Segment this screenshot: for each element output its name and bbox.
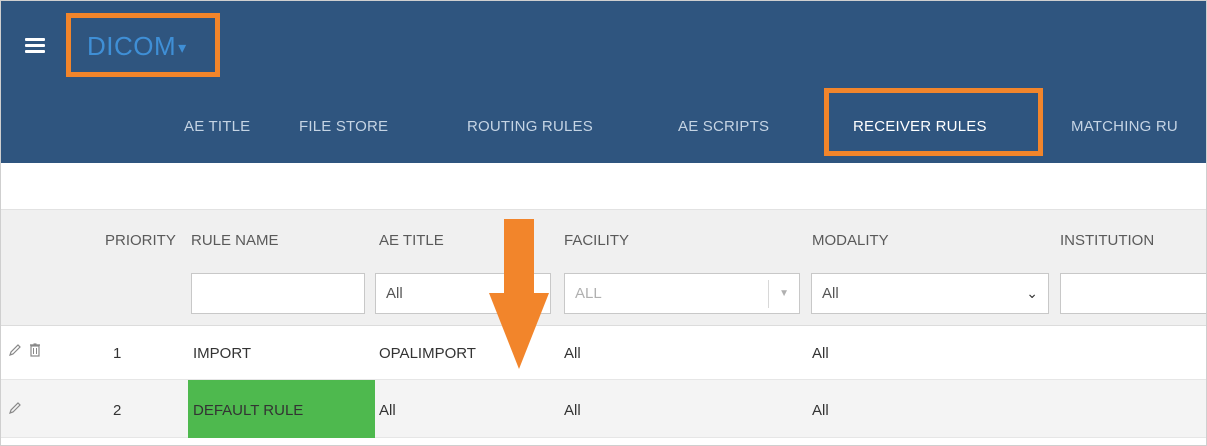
tab-file-store[interactable]: FILE STORE (299, 118, 388, 135)
table-row[interactable] (1, 326, 1206, 380)
modality-filter-select[interactable]: All ⌄ (811, 273, 1049, 314)
app-title-dropdown[interactable]: DICOM ▾ (87, 31, 187, 62)
column-header-rule-name[interactable]: RULE NAME (191, 232, 279, 249)
row-priority: 2 (113, 402, 122, 419)
pencil-icon[interactable] (7, 400, 23, 421)
row-ae-title: All (379, 402, 396, 419)
chevron-down-icon: ▼ (779, 288, 789, 299)
pencil-icon[interactable] (7, 342, 23, 363)
toolbar-spacer (1, 163, 1206, 209)
caret-down-icon: ▾ (178, 40, 187, 58)
tab-ae-title[interactable]: AE TITLE (184, 118, 250, 135)
app-title-label: DICOM (87, 31, 177, 61)
rule-name-filter-input[interactable] (191, 273, 365, 314)
hamburger-menu-icon[interactable] (25, 38, 45, 54)
top-navigation-bar: DICOM ▾ AE TITLE FILE STORE ROUTING RULES… (1, 1, 1206, 163)
column-header-priority[interactable]: PRIORITY (105, 232, 176, 249)
facility-filter-select[interactable]: ALL ▼ (564, 273, 800, 314)
facility-filter-value: ALL (575, 285, 602, 302)
ae-title-filter-input[interactable]: All (375, 273, 551, 314)
row-modality: All (812, 345, 829, 362)
institution-filter-input[interactable] (1060, 273, 1206, 314)
row-rule-name: DEFAULT RULE (193, 402, 304, 419)
ae-title-filter-value: All (386, 285, 403, 302)
row-ae-title: OPALIMPORT (379, 345, 476, 362)
column-header-facility[interactable]: FACILITY (564, 232, 629, 249)
row-rule-name: IMPORT (193, 345, 252, 362)
row-priority: 1 (113, 345, 122, 362)
table-row[interactable] (1, 380, 1206, 438)
modality-filter-value: All (822, 285, 839, 302)
column-header-ae-title[interactable]: AE TITLE (379, 232, 444, 249)
row-facility: All (564, 402, 581, 419)
chevron-down-icon: ⌄ (1026, 285, 1038, 301)
app-frame: DICOM ▾ AE TITLE FILE STORE ROUTING RULES… (0, 0, 1207, 446)
tab-ae-scripts[interactable]: AE SCRIPTS (678, 118, 769, 135)
column-header-institution[interactable]: INSTITUTION (1060, 232, 1154, 249)
tab-receiver-rules[interactable]: RECEIVER RULES (853, 118, 987, 135)
trash-icon[interactable] (27, 342, 43, 363)
tab-routing-rules[interactable]: ROUTING RULES (467, 118, 593, 135)
row-modality: All (812, 402, 829, 419)
column-header-modality[interactable]: MODALITY (812, 232, 889, 249)
row-facility: All (564, 345, 581, 362)
select-divider (768, 280, 769, 308)
tab-matching-rules[interactable]: MATCHING RU (1071, 118, 1178, 135)
